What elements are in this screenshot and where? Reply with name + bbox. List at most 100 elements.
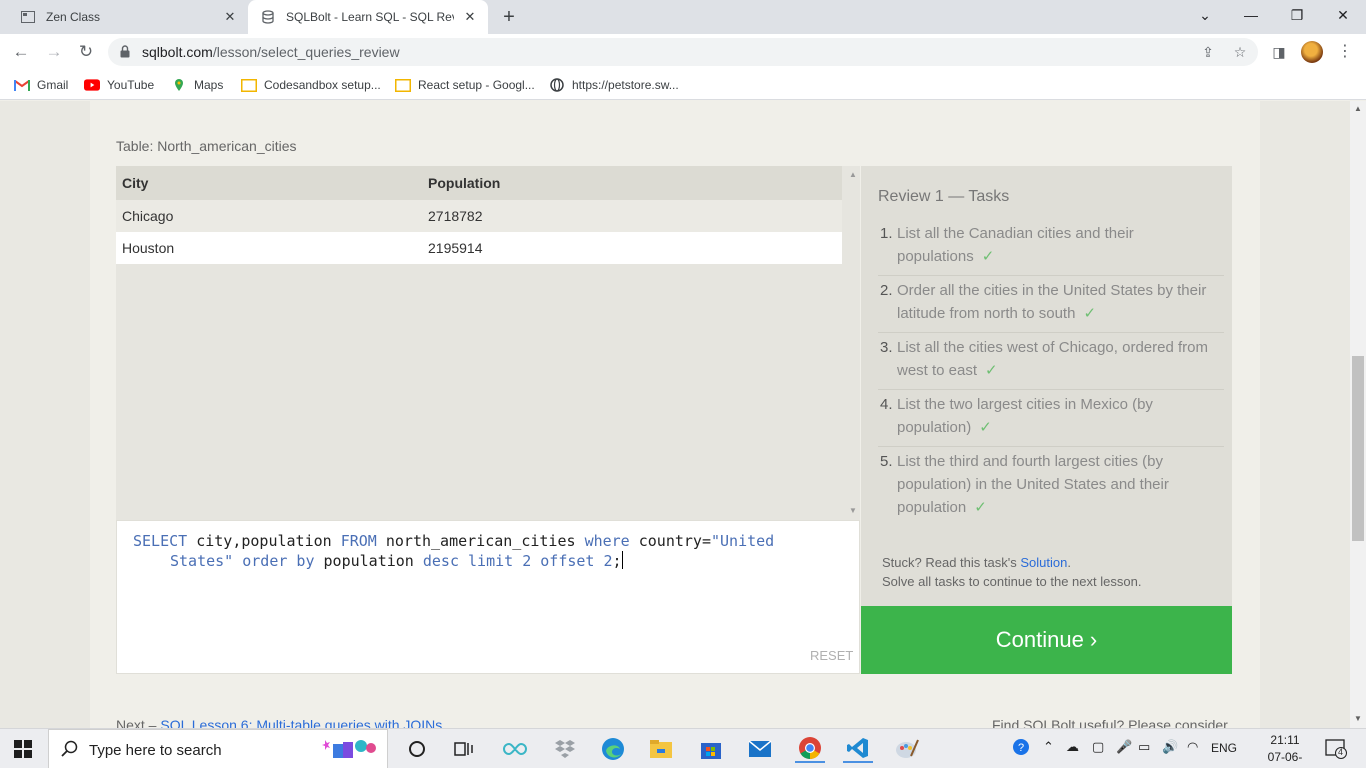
- checkmark-icon: ✓: [981, 248, 995, 265]
- task-number: 5.: [880, 453, 893, 470]
- bookmark-label: https://petstore.sw...: [572, 78, 679, 92]
- tab-strip: Zen Class ✕ SQLBolt - Learn SQL - SQL Re…: [0, 0, 1366, 34]
- table-cell: 2718782: [422, 200, 842, 232]
- column-header: City: [116, 166, 422, 200]
- network-off-icon[interactable]: ☁: [1066, 739, 1079, 755]
- meet-now-icon[interactable]: ▢: [1092, 739, 1104, 755]
- edge-icon[interactable]: [598, 735, 628, 763]
- task-text: List the two largest cities in Mexico (b…: [897, 396, 1153, 436]
- reload-icon[interactable]: ↻: [74, 40, 98, 64]
- column-header: Population: [422, 166, 842, 200]
- sql-query-text[interactable]: SELECT city,population FROM north_americ…: [133, 531, 813, 571]
- gmail-icon: [14, 78, 30, 92]
- text-caret: [621, 551, 623, 569]
- bookmark-gmail[interactable]: Gmail: [14, 76, 68, 94]
- dropbox-icon[interactable]: [550, 735, 580, 763]
- share-icon[interactable]: ⇪: [1198, 42, 1218, 62]
- task-text: List all the Canadian cities and their p…: [897, 225, 1134, 265]
- task-text: List all the cities west of Chicago, ord…: [897, 339, 1208, 379]
- bookmark-react-setup[interactable]: React setup - Googl...: [395, 76, 535, 94]
- cortana-icon[interactable]: [402, 735, 432, 763]
- vscode-icon[interactable]: [843, 735, 873, 763]
- forward-arrow-icon[interactable]: →: [42, 40, 66, 64]
- microphone-icon[interactable]: 🎤: [1116, 739, 1132, 755]
- windows-taskbar: Type here to search ? ⌃ ☁ ▢ 🎤 ▭ 🔊 ◠ ENG …: [0, 728, 1366, 768]
- tab-sqlbolt[interactable]: SQLBolt - Learn SQL - SQL Review ✕: [248, 0, 488, 34]
- minimize-button[interactable]: —: [1228, 0, 1274, 30]
- windows-start-icon[interactable]: [14, 740, 32, 758]
- tasks-title: Review 1 — Tasks: [878, 188, 1010, 205]
- bookmark-label: Codesandbox setup...: [264, 78, 381, 92]
- bookmark-codesandbox[interactable]: Codesandbox setup...: [241, 76, 381, 94]
- solution-link[interactable]: Solution: [1020, 555, 1067, 570]
- folder-icon: [395, 78, 411, 92]
- scroll-up-icon[interactable]: ▲: [1354, 104, 1362, 113]
- taskbar-search[interactable]: Type here to search: [48, 729, 388, 768]
- maps-icon: [171, 78, 187, 92]
- tab-zen-class[interactable]: Zen Class ✕: [8, 0, 248, 34]
- page-viewport: Table: North_american_cities City Popula…: [0, 101, 1350, 728]
- table-cell: Chicago: [116, 200, 422, 232]
- sql-keyword: SELECT: [133, 532, 188, 550]
- system-clock[interactable]: 21:11 07-06-2022: [1255, 732, 1315, 768]
- file-explorer-icon[interactable]: [646, 735, 676, 763]
- lock-icon[interactable]: [120, 45, 130, 63]
- reset-button[interactable]: RESET: [810, 648, 853, 663]
- results-table: City Population Chicago 2718782 Houston …: [116, 166, 842, 264]
- menu-dots-icon[interactable]: ⋮: [1337, 40, 1353, 64]
- next-lesson-link[interactable]: SQL Lesson 6: Multi-table queries with J…: [160, 717, 442, 728]
- back-arrow-icon[interactable]: ←: [9, 40, 33, 64]
- language-indicator[interactable]: ENG: [1211, 741, 1237, 755]
- table-header-row: City Population: [116, 166, 842, 200]
- task-number: 3.: [880, 339, 893, 356]
- browser-toolbar: ← → ↻ sqlbolt.com/lesson/select_queries_…: [0, 34, 1366, 70]
- bookmark-star-icon[interactable]: ☆: [1230, 42, 1250, 62]
- continue-button[interactable]: Continue ›: [861, 606, 1232, 674]
- task-item: 5. List the third and fourth largest citi…: [878, 447, 1224, 526]
- address-bar[interactable]: sqlbolt.com/lesson/select_queries_review…: [108, 38, 1258, 66]
- chrome-icon[interactable]: [795, 735, 825, 763]
- scroll-up-icon[interactable]: ▲: [849, 170, 857, 179]
- url-text[interactable]: sqlbolt.com/lesson/select_queries_review: [142, 44, 400, 60]
- mail-icon[interactable]: [745, 735, 775, 763]
- task-list: 1. List all the Canadian cities and their…: [878, 219, 1224, 526]
- profile-avatar[interactable]: [1301, 41, 1323, 63]
- infinity-app-icon[interactable]: [500, 735, 530, 763]
- task-view-icon[interactable]: [449, 735, 479, 763]
- battery-icon[interactable]: ▭: [1138, 739, 1150, 755]
- close-tab-icon[interactable]: ✕: [462, 9, 478, 25]
- table-caption: Table: North_american_cities: [116, 138, 297, 154]
- bookmark-label: YouTube: [107, 78, 155, 92]
- bookmark-maps[interactable]: Maps: [171, 76, 223, 94]
- sql-keyword: order by: [242, 552, 315, 570]
- new-tab-button[interactable]: +: [498, 6, 520, 28]
- youtube-icon: [84, 78, 100, 92]
- page-scrollbar[interactable]: ▲ ▼: [1350, 101, 1366, 728]
- wifi-icon[interactable]: ◠: [1187, 739, 1198, 755]
- scroll-down-icon[interactable]: ▼: [849, 506, 857, 515]
- scroll-down-icon[interactable]: ▼: [1354, 714, 1362, 723]
- side-panel-icon[interactable]: ◨: [1267, 40, 1291, 64]
- task-text: Order all the cities in the United State…: [897, 282, 1207, 322]
- help-icon[interactable]: ?: [1012, 738, 1030, 759]
- paint-icon[interactable]: [892, 735, 922, 763]
- close-window-button[interactable]: ✕: [1320, 0, 1366, 30]
- chevron-up-icon[interactable]: ⌃: [1043, 739, 1054, 755]
- clock-time: 21:11: [1270, 733, 1300, 747]
- scrollbar-thumb[interactable]: [1352, 356, 1364, 541]
- sql-editor[interactable]: SELECT city,population FROM north_americ…: [116, 520, 860, 674]
- folder-icon: [241, 78, 257, 92]
- bookmark-petstore[interactable]: https://petstore.sw...: [549, 76, 679, 94]
- tab-search-chevron-icon[interactable]: ⌄: [1182, 0, 1228, 30]
- store-icon[interactable]: [696, 735, 726, 763]
- notification-center-icon[interactable]: 4: [1325, 739, 1347, 759]
- restore-button[interactable]: ❐: [1274, 0, 1320, 30]
- results-scrollbar[interactable]: ▲ ▼: [846, 166, 860, 520]
- table-cell: Houston: [116, 232, 422, 264]
- speaker-icon[interactable]: 🔊: [1162, 739, 1178, 755]
- close-tab-icon[interactable]: ✕: [222, 9, 238, 25]
- support-footer: Find SQLBolt useful? Please consider: [992, 717, 1228, 728]
- bookmark-youtube[interactable]: YouTube: [84, 76, 154, 94]
